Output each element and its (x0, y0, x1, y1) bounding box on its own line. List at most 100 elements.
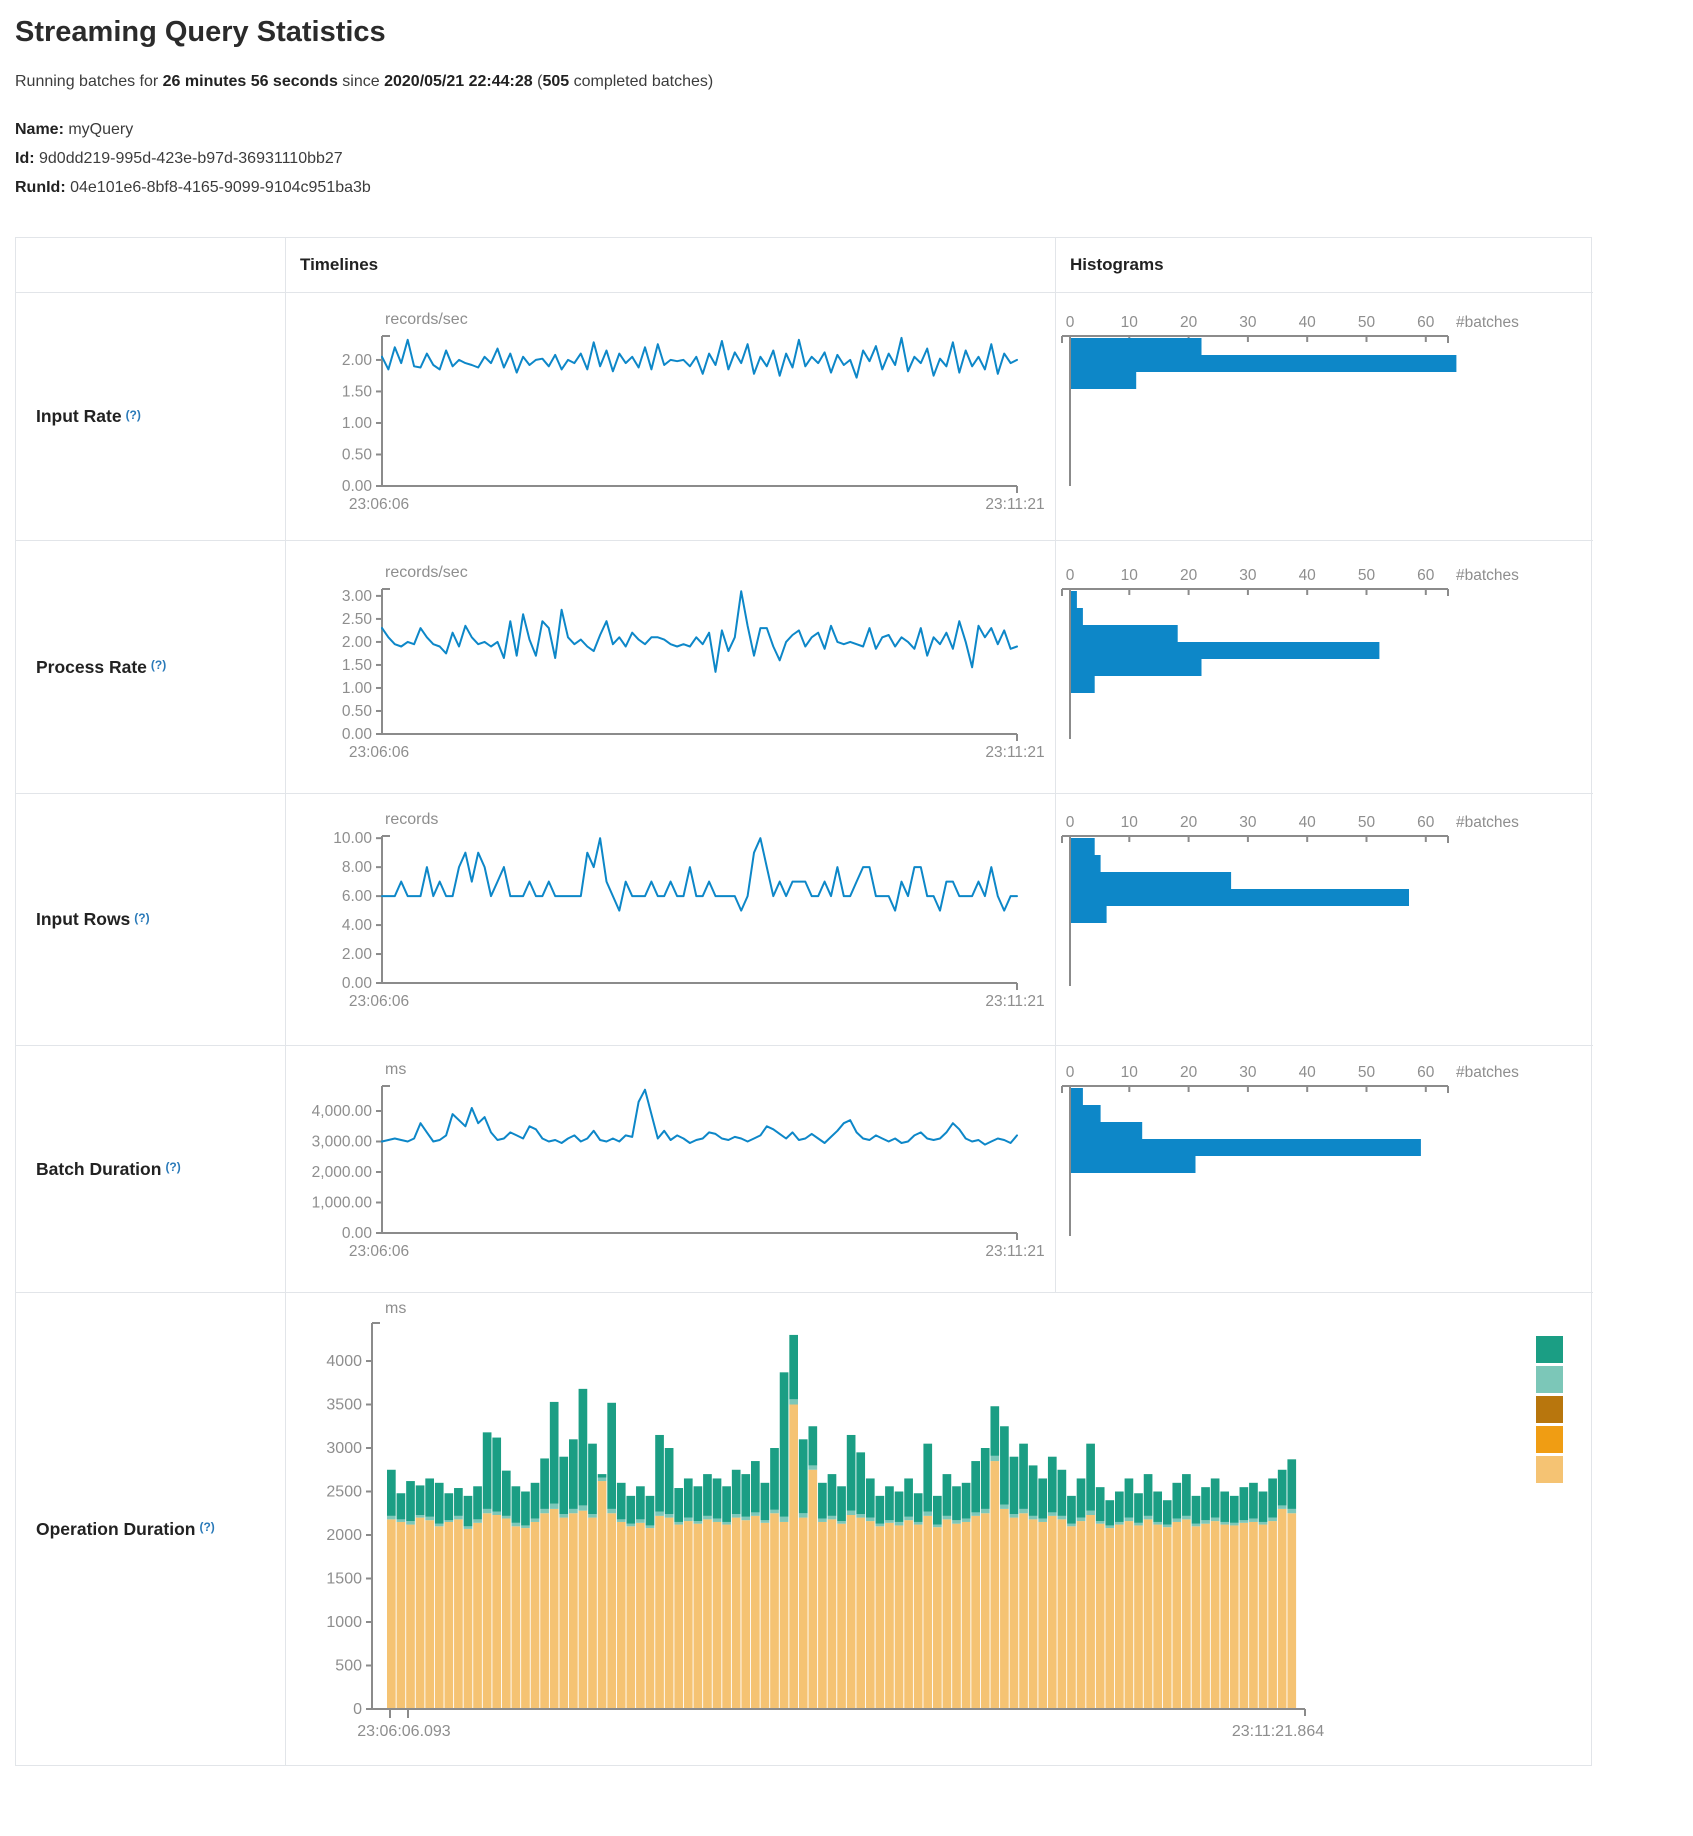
help-icon[interactable]: (?) (126, 408, 141, 422)
svg-text:1.00: 1.00 (342, 680, 373, 697)
start-timestamp: 2020/05/21 22:44:28 (384, 73, 533, 90)
process-rate-histogram-chart: 0102030405060#batches (1055, 540, 1593, 793)
svg-text:1,000.00: 1,000.00 (312, 1195, 373, 1212)
svg-text:#batches: #batches (1456, 814, 1519, 831)
svg-text:23:06:06: 23:06:06 (349, 496, 409, 513)
svg-text:20: 20 (1180, 567, 1198, 584)
timelines-column-header: Timelines (285, 238, 1055, 292)
input-rate-timeline-chart: records/sec2.001.501.000.500.0023:06:062… (285, 292, 1055, 540)
query-runid-line: RunId: 04e101e6-8bf8-4165-9099-9104c951b… (15, 179, 1693, 197)
svg-text:3,000.00: 3,000.00 (312, 1134, 373, 1151)
svg-text:2500: 2500 (326, 1484, 362, 1501)
svg-text:23:11:21: 23:11:21 (985, 744, 1044, 761)
svg-text:0.00: 0.00 (342, 1225, 373, 1242)
svg-text:records: records (385, 811, 438, 828)
svg-text:2.00: 2.00 (342, 634, 373, 651)
help-icon[interactable]: (?) (134, 911, 149, 925)
svg-text:40: 40 (1299, 814, 1317, 831)
svg-text:40: 40 (1299, 1064, 1317, 1081)
svg-text:60: 60 (1417, 567, 1435, 584)
svg-text:0.50: 0.50 (342, 446, 373, 463)
svg-text:0: 0 (1066, 314, 1075, 331)
svg-text:1.50: 1.50 (342, 657, 373, 674)
svg-text:10: 10 (1121, 814, 1139, 831)
svg-text:40: 40 (1299, 314, 1317, 331)
svg-text:#batches: #batches (1456, 1064, 1519, 1081)
row-label-input-rate: Input Rate(?) (16, 292, 285, 540)
legend-swatch-1 (1536, 1366, 1563, 1393)
svg-text:0.50: 0.50 (342, 703, 373, 720)
svg-text:50: 50 (1358, 1064, 1376, 1081)
query-runid: 04e101e6-8bf8-4165-9099-9104c951ba3b (66, 179, 371, 196)
row-label-batch-duration: Batch Duration(?) (16, 1045, 285, 1292)
input-rows-timeline-chart: records 10.00 8.00 6.00 4.00 2.00 0.0023:06:06… (285, 793, 1055, 1045)
svg-text:500: 500 (335, 1658, 362, 1675)
process-rate-timeline-chart: records/sec3.002.502.001.501.000.500.002… (285, 540, 1055, 793)
svg-text:60: 60 (1417, 314, 1435, 331)
svg-text:30: 30 (1239, 1064, 1257, 1081)
svg-text:#batches: #batches (1456, 567, 1519, 584)
help-icon[interactable]: (?) (151, 658, 166, 672)
svg-text:10.00: 10.00 (333, 830, 372, 847)
svg-text:1.50: 1.50 (342, 383, 373, 400)
svg-text:records/sec: records/sec (385, 311, 468, 328)
svg-text:0.00: 0.00 (342, 975, 373, 992)
legend-swatch-0 (1536, 1336, 1563, 1363)
row-label-process-rate: Process Rate(?) (16, 540, 285, 793)
svg-text:20: 20 (1180, 1064, 1198, 1081)
svg-text:ms: ms (385, 1061, 406, 1078)
svg-text:#batches: #batches (1456, 314, 1519, 331)
svg-text:records/sec: records/sec (385, 564, 468, 581)
svg-text:0.00: 0.00 (342, 478, 373, 495)
svg-text:50: 50 (1358, 567, 1376, 584)
legend-swatch-3 (1536, 1426, 1563, 1453)
svg-text:0: 0 (1066, 567, 1075, 584)
svg-text:2000: 2000 (326, 1527, 362, 1544)
svg-text:60: 60 (1417, 1064, 1435, 1081)
svg-text:23:06:06.093: 23:06:06.093 (357, 1723, 451, 1740)
svg-text:ms: ms (385, 1300, 406, 1317)
query-id: 9d0dd219-995d-423e-b97d-36931110bb27 (35, 150, 343, 167)
corner-header-cell (16, 238, 285, 292)
svg-text:8.00: 8.00 (342, 859, 373, 876)
svg-text:23:11:21.864: 23:11:21.864 (1232, 1723, 1324, 1740)
input-rows-histogram-chart: 0102030405060#batches (1055, 793, 1593, 1045)
running-duration: 26 minutes 56 seconds (163, 73, 338, 90)
statistics-table: Timelines Histograms Input Rate(?) recor… (15, 237, 1592, 1766)
svg-text:50: 50 (1358, 814, 1376, 831)
completed-batches-count: 505 (542, 73, 569, 90)
svg-text:2.00: 2.00 (342, 946, 373, 963)
svg-text:20: 20 (1180, 814, 1198, 831)
svg-text:4.00: 4.00 (342, 917, 373, 934)
svg-text:1000: 1000 (326, 1614, 362, 1631)
svg-text:4000: 4000 (326, 1353, 362, 1370)
svg-text:23:06:06: 23:06:06 (349, 993, 409, 1010)
svg-text:10: 10 (1121, 1064, 1139, 1081)
svg-text:20: 20 (1180, 314, 1198, 331)
svg-text:2.00: 2.00 (342, 352, 373, 369)
svg-text:3500: 3500 (326, 1397, 362, 1414)
query-name-line: Name: myQuery (15, 121, 1693, 139)
svg-text:3.00: 3.00 (342, 588, 373, 605)
legend-swatch-4 (1536, 1456, 1563, 1483)
query-id-line: Id: 9d0dd219-995d-423e-b97d-36931110bb27 (15, 150, 1693, 168)
query-name: myQuery (64, 121, 133, 138)
operation-duration-stacked-chart: ms4000350030002500200015001000500023:06:… (285, 1292, 1593, 1765)
page-title: Streaming Query Statistics (15, 16, 1693, 49)
svg-text:30: 30 (1239, 567, 1257, 584)
svg-text:23:11:21: 23:11:21 (985, 993, 1044, 1010)
svg-text:23:06:06: 23:06:06 (349, 744, 409, 761)
row-label-input-rows: Input Rows(?) (16, 793, 285, 1045)
svg-text:60: 60 (1417, 814, 1435, 831)
help-icon[interactable]: (?) (165, 1160, 180, 1174)
svg-text:2.50: 2.50 (342, 611, 373, 628)
svg-text:1.00: 1.00 (342, 415, 373, 432)
help-icon[interactable]: (?) (199, 1520, 214, 1534)
input-rate-histogram-chart: 0102030405060#batches (1055, 292, 1593, 540)
svg-text:1500: 1500 (326, 1571, 362, 1588)
svg-text:10: 10 (1121, 567, 1139, 584)
batch-duration-histogram-chart: 0102030405060#batches (1055, 1045, 1593, 1292)
svg-text:23:11:21: 23:11:21 (985, 1243, 1044, 1260)
svg-text:6.00: 6.00 (342, 888, 373, 905)
row-label-operation-duration: Operation Duration(?) (16, 1292, 285, 1765)
